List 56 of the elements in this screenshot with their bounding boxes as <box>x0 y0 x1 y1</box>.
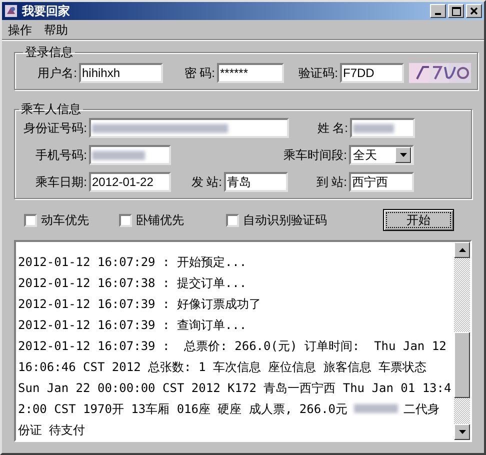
input-field[interactable] <box>89 145 171 165</box>
start-button[interactable]: 开始 <box>383 209 454 231</box>
maximize-icon <box>452 6 460 16</box>
down-arrow-icon <box>458 430 466 434</box>
dropdown[interactable]: 全天 <box>349 145 414 165</box>
checkbox-label: 卧铺优先 <box>136 212 184 229</box>
app-icon <box>4 4 18 18</box>
input-field[interactable]: ****** <box>217 63 284 83</box>
log-text: 二代身 <box>404 400 440 418</box>
window-title: 我要回家 <box>22 3 71 20</box>
checkbox-label: 动车优先 <box>41 212 89 229</box>
field-label: 身份证号码: <box>22 120 88 137</box>
group-title: 乘车人信息 <box>20 101 82 118</box>
input-field[interactable]: 2012-01-22 <box>89 172 171 192</box>
scroll-up-button[interactable] <box>454 242 470 258</box>
input-field[interactable]: F7DD <box>340 63 404 83</box>
log-text: 2012-01-12 16:07:39 : 查询订单... <box>18 316 247 334</box>
field-label: 密 码: <box>183 65 216 82</box>
field-label: 用户名: <box>36 65 78 82</box>
field-label: 发 站: <box>190 174 223 191</box>
log-text: Sun Jan 22 00:00:00 CST 2012 K172 青岛一西宁西 Thu Jan 01 13:4 <box>18 380 452 396</box>
log-text: 2012-01-12 16:07:39 : 总票价: 266.0(元) 订单时间: Thu Jan 12 <box>18 338 446 354</box>
field-label: 姓 名: <box>316 120 349 137</box>
scrollbar[interactable] <box>454 242 470 440</box>
log-text: 2012-01-12 16:07:38 : 提交订单... <box>18 274 247 292</box>
up-arrow-icon <box>458 248 466 252</box>
scroll-thumb[interactable] <box>454 332 470 398</box>
checkbox[interactable] <box>24 214 37 226</box>
log-text: 2012-01-12 16:07:29 : 开始预定... <box>18 254 247 270</box>
blurred-text <box>354 404 398 413</box>
menu-item[interactable]: 操作 <box>4 20 36 38</box>
menu-item[interactable]: 帮助 <box>40 20 72 38</box>
field-label: 手机号码: <box>34 147 88 164</box>
field-label: 到 站: <box>315 174 348 191</box>
field-label: 乘车时间段: <box>282 147 348 164</box>
input-field[interactable]: 西宁西 <box>349 172 414 192</box>
field-label: 乘车日期: <box>34 174 88 191</box>
checkbox-label: 自动识别验证码 <box>243 212 327 229</box>
input-field[interactable]: 青岛 <box>224 172 288 192</box>
log-text: 16:06:46 CST 2012 总张数: 1 车次信息 座位信息 旅客信息 车票状态 <box>18 358 427 376</box>
input-field[interactable]: hihihxh <box>79 63 163 83</box>
input-field[interactable] <box>89 118 289 138</box>
dropdown-arrow-icon <box>400 153 406 157</box>
group-title: 登录信息 <box>24 44 74 61</box>
maximize-button[interactable] <box>448 4 464 18</box>
close-icon <box>470 7 478 15</box>
log-text: 2012-01-12 16:07:39 : 好像订票成功了 <box>18 296 261 312</box>
checkbox[interactable] <box>119 214 132 226</box>
minimize-button[interactable] <box>430 4 446 18</box>
input-field[interactable] <box>350 118 415 138</box>
log-text: 份证 待支付 <box>18 422 86 438</box>
field-label: 验证码: <box>298 65 339 82</box>
close-button[interactable] <box>466 4 482 18</box>
log-text: 2:00 CST 1970开 13车厢 016座 硬座 成人票, 266.0元 <box>18 400 348 418</box>
checkbox[interactable] <box>226 214 239 226</box>
scroll-down-button[interactable] <box>454 424 470 440</box>
